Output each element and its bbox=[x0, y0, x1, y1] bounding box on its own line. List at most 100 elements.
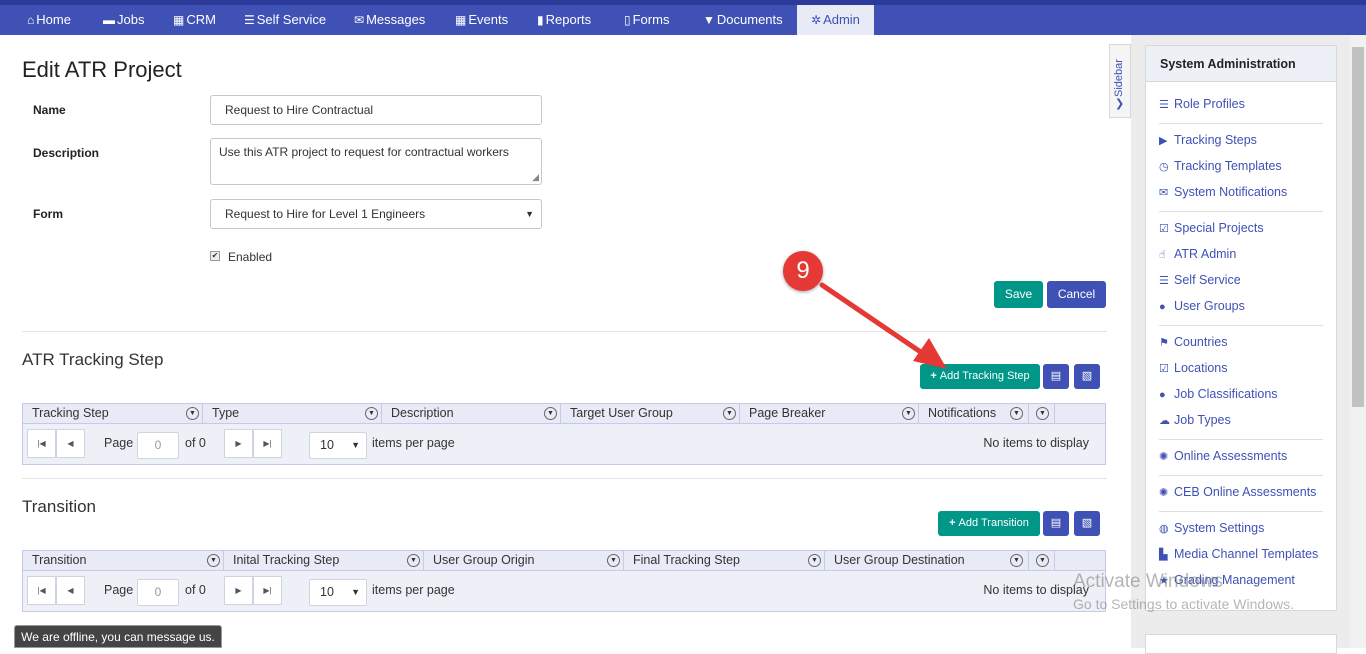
save-button[interactable]: Save bbox=[994, 281, 1043, 308]
prev-page-icon[interactable]: ◀ bbox=[56, 576, 85, 605]
nav-jobs[interactable]: ▬ Jobs bbox=[103, 5, 144, 35]
resize-grip-icon[interactable]: ◢ bbox=[532, 172, 539, 183]
column-header[interactable]: Transition bbox=[23, 551, 224, 570]
last-page-icon[interactable]: ▶| bbox=[253, 576, 282, 605]
nav-forms[interactable]: ▯ Forms bbox=[624, 5, 669, 35]
sidebar-item-ceb-online-assessments[interactable]: ✺ CEB Online Assessments bbox=[1159, 485, 1316, 499]
sidebar-item-user-groups[interactable]: ● User Groups bbox=[1159, 299, 1245, 313]
filter-icon[interactable]: ▼ bbox=[207, 554, 220, 567]
nav-events-label: Events bbox=[468, 12, 509, 27]
filter-icon[interactable]: ▼ bbox=[607, 554, 620, 567]
page-size-value: 10 bbox=[320, 438, 334, 452]
list-icon: ☰ bbox=[244, 13, 255, 27]
nav-crm[interactable]: ▦ CRM bbox=[173, 5, 216, 35]
chat-offline-button[interactable]: We are offline, you can message us. bbox=[14, 625, 222, 648]
column-header[interactable]: Type bbox=[203, 404, 382, 423]
sidebar-item-locations[interactable]: ☑ Locations bbox=[1159, 361, 1228, 375]
column-header[interactable]: Page Breaker bbox=[740, 404, 919, 423]
column-header[interactable]: Final Tracking Step bbox=[624, 551, 825, 570]
filter-icon[interactable]: ▼ bbox=[723, 407, 736, 420]
filter-icon[interactable]: ▼ bbox=[186, 407, 199, 420]
export-pdf-button[interactable]: ▧ bbox=[1074, 511, 1100, 536]
nav-messages[interactable]: ✉ Messages bbox=[354, 5, 425, 35]
sidebar-item-system-notifications[interactable]: ✉ System Notifications bbox=[1159, 185, 1287, 199]
divider bbox=[22, 478, 1107, 479]
sidebar-toggle[interactable]: Sidebar ❯ bbox=[1109, 44, 1131, 118]
step-number-badge: 9 bbox=[783, 251, 823, 291]
sidebar-item-tracking-templates[interactable]: ◷ Tracking Templates bbox=[1159, 159, 1282, 173]
sidebar-item-role-profiles[interactable]: ☰ Role Profiles bbox=[1159, 97, 1245, 111]
sidebar-item-job-classifications[interactable]: ● Job Classifications bbox=[1159, 387, 1278, 401]
home-icon: ⌂ bbox=[27, 13, 35, 27]
sidebar-item-tracking-steps[interactable]: ▶ Tracking Steps bbox=[1159, 133, 1257, 147]
sidebar-item-job-types[interactable]: ☁ Job Types bbox=[1159, 413, 1231, 427]
column-header[interactable]: Inital Tracking Step bbox=[224, 551, 424, 570]
asterisk-icon: ✺ bbox=[1159, 487, 1169, 499]
sidebar-item-media-channel-templates[interactable]: ▙ Media Channel Templates bbox=[1159, 547, 1318, 561]
nav-messages-label: Messages bbox=[366, 12, 426, 27]
page-size-select[interactable]: 10 ▼ bbox=[309, 432, 367, 459]
nav-documents[interactable]: ▼ Documents bbox=[703, 5, 783, 35]
form-select[interactable]: Request to Hire for Level 1 Engineers ▼ bbox=[210, 199, 542, 229]
divider bbox=[1159, 439, 1323, 440]
column-header[interactable]: User Group Destination bbox=[825, 551, 1029, 570]
cancel-button[interactable]: Cancel bbox=[1047, 281, 1106, 308]
scrollbar-thumb[interactable] bbox=[1352, 47, 1364, 407]
sidebar-item-label: Special Projects bbox=[1174, 221, 1264, 235]
clock-icon: ◷ bbox=[1159, 161, 1169, 173]
plus-icon: + bbox=[949, 517, 956, 529]
page-input[interactable]: 0 bbox=[137, 579, 179, 606]
column-header[interactable]: User Group Origin bbox=[424, 551, 624, 570]
filter-icon[interactable]: ▼ bbox=[902, 407, 915, 420]
add-tracking-step-button[interactable]: + Add Tracking Step bbox=[920, 364, 1040, 389]
column-header[interactable]: Tracking Step bbox=[23, 404, 203, 423]
export-excel-button[interactable]: ▤ bbox=[1043, 364, 1069, 389]
chevron-right-icon: ❯ bbox=[1115, 98, 1125, 110]
sidebar-item-atr-admin[interactable]: ☝ ATR Admin bbox=[1159, 247, 1236, 261]
next-page-icon[interactable]: ▶ bbox=[224, 429, 253, 458]
nav-documents-label: Documents bbox=[716, 12, 783, 27]
activation-watermark-text: Go to Settings to activate Windows. bbox=[1073, 596, 1294, 612]
sidebar-item-self-service[interactable]: ☰ Self Service bbox=[1159, 273, 1241, 287]
filter-icon[interactable]: ▼ bbox=[1036, 554, 1049, 567]
sidebar-item-countries[interactable]: ⚑ Countries bbox=[1159, 335, 1228, 349]
filter-icon[interactable]: ▼ bbox=[407, 554, 420, 567]
page-size-select[interactable]: 10 ▼ bbox=[309, 579, 367, 606]
nav-home[interactable]: ⌂ Home bbox=[27, 5, 71, 35]
filter-icon[interactable]: ▼ bbox=[1010, 407, 1023, 420]
filter-icon[interactable]: ▼ bbox=[1036, 407, 1049, 420]
folder-icon: ▬ bbox=[103, 13, 115, 27]
sidebar-item-special-projects[interactable]: ☑ Special Projects bbox=[1159, 221, 1264, 235]
divider bbox=[1159, 475, 1323, 476]
page-input[interactable]: 0 bbox=[137, 432, 179, 459]
description-field[interactable]: Use this ATR project to request for cont… bbox=[210, 138, 542, 185]
enabled-checkbox[interactable]: ✔ bbox=[210, 251, 220, 261]
page-label: Page bbox=[104, 583, 134, 597]
last-page-icon[interactable]: ▶| bbox=[253, 429, 282, 458]
page-scrollbar[interactable] bbox=[1350, 35, 1366, 648]
gear-icon: ✲ bbox=[811, 13, 822, 27]
per-page-label: items per page bbox=[372, 583, 455, 597]
column-header[interactable]: Description bbox=[382, 404, 561, 423]
filter-icon[interactable]: ▼ bbox=[365, 407, 378, 420]
sidebar-item-label: User Groups bbox=[1174, 299, 1245, 313]
filter-icon[interactable]: ▼ bbox=[1010, 554, 1023, 567]
sidebar-item-online-assessments[interactable]: ✺ Online Assessments bbox=[1159, 449, 1287, 463]
first-page-icon[interactable]: |◀ bbox=[27, 576, 56, 605]
next-page-icon[interactable]: ▶ bbox=[224, 576, 253, 605]
export-excel-button[interactable]: ▤ bbox=[1043, 511, 1069, 536]
name-field[interactable]: Request to Hire Contractual bbox=[210, 95, 542, 125]
export-pdf-button[interactable]: ▧ bbox=[1074, 364, 1100, 389]
nav-admin[interactable]: ✲ Admin bbox=[797, 5, 874, 35]
nav-events[interactable]: ▦ Events bbox=[455, 5, 508, 35]
tracking-section-title: ATR Tracking Step bbox=[22, 350, 164, 369]
prev-page-icon[interactable]: ◀ bbox=[56, 429, 85, 458]
sidebar-item-system-settings[interactable]: ◍ System Settings bbox=[1159, 521, 1264, 535]
first-page-icon[interactable]: |◀ bbox=[27, 429, 56, 458]
column-header[interactable]: Target User Group bbox=[561, 404, 740, 423]
filter-icon[interactable]: ▼ bbox=[808, 554, 821, 567]
nav-reports[interactable]: ▮ Reports bbox=[537, 5, 591, 35]
add-transition-button[interactable]: + Add Transition bbox=[938, 511, 1040, 536]
filter-icon[interactable]: ▼ bbox=[544, 407, 557, 420]
nav-self-service[interactable]: ☰ Self Service bbox=[244, 5, 326, 35]
